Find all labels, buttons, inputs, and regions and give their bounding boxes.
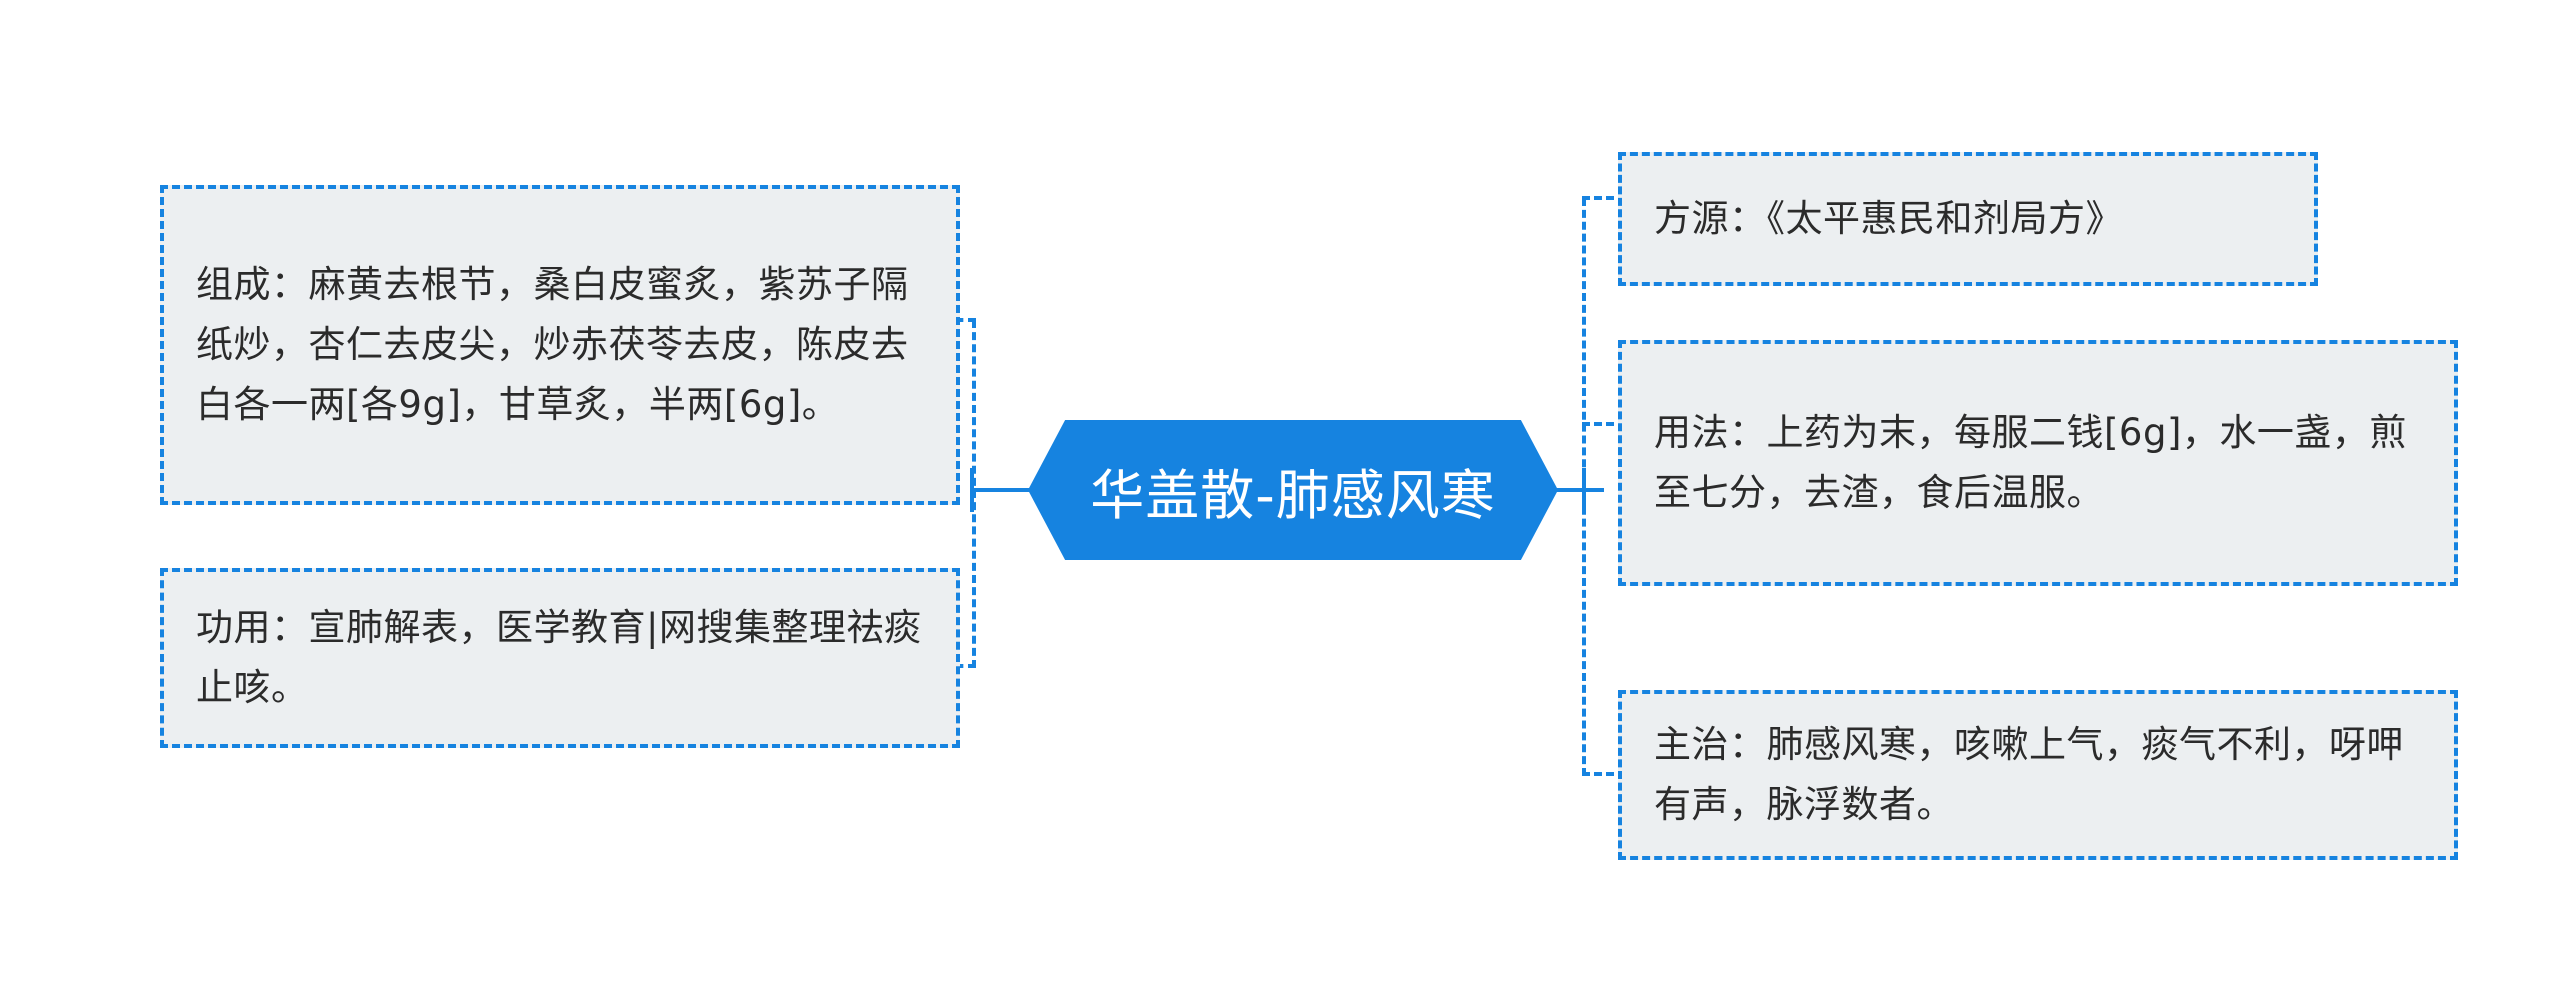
node-usage[interactable]: 用法：上药为末，每服二钱[6g]，水一盏，煎至七分，去渣，食后温服。 [1618, 340, 2458, 586]
mindmap-canvas: 组成：麻黄去根节，桑白皮蜜炙，紫苏子隔纸炒，杏仁去皮尖，炒赤茯苓去皮，陈皮去白各… [0, 0, 2560, 997]
center-node-label: 华盖散-肺感风寒 [1090, 463, 1496, 527]
node-function-text: 功用：宣肺解表，医学教育|网搜集整理祛痰止咳。 [196, 606, 922, 709]
node-composition[interactable]: 组成：麻黄去根节，桑白皮蜜炙，紫苏子隔纸炒，杏仁去皮尖，炒赤茯苓去皮，陈皮去白各… [160, 185, 960, 505]
center-node-root[interactable]: 华盖散-肺感风寒 [1028, 420, 1558, 560]
node-function[interactable]: 功用：宣肺解表，医学教育|网搜集整理祛痰止咳。 [160, 568, 960, 748]
node-usage-text: 用法：上药为末，每服二钱[6g]，水一盏，煎至七分，去渣，食后温服。 [1654, 411, 2407, 514]
node-source-text: 方源：《太平惠民和剂局方》 [1654, 197, 2123, 241]
node-indication-text: 主治：肺感风寒，咳嗽上气，痰气不利，呀呷有声，脉浮数者。 [1654, 723, 2404, 826]
left-branch-tee [970, 468, 974, 512]
node-indication[interactable]: 主治：肺感风寒，咳嗽上气，痰气不利，呀呷有声，脉浮数者。 [1618, 690, 2458, 860]
right-branch-tee [1582, 468, 1586, 512]
right-branch-trunk [1552, 488, 1604, 492]
node-composition-text: 组成：麻黄去根节，桑白皮蜜炙，紫苏子隔纸炒，杏仁去皮尖，炒赤茯苓去皮，陈皮去白各… [196, 263, 909, 426]
left-branch-trunk [972, 488, 1030, 492]
node-source[interactable]: 方源：《太平惠民和剂局方》 [1618, 152, 2318, 286]
